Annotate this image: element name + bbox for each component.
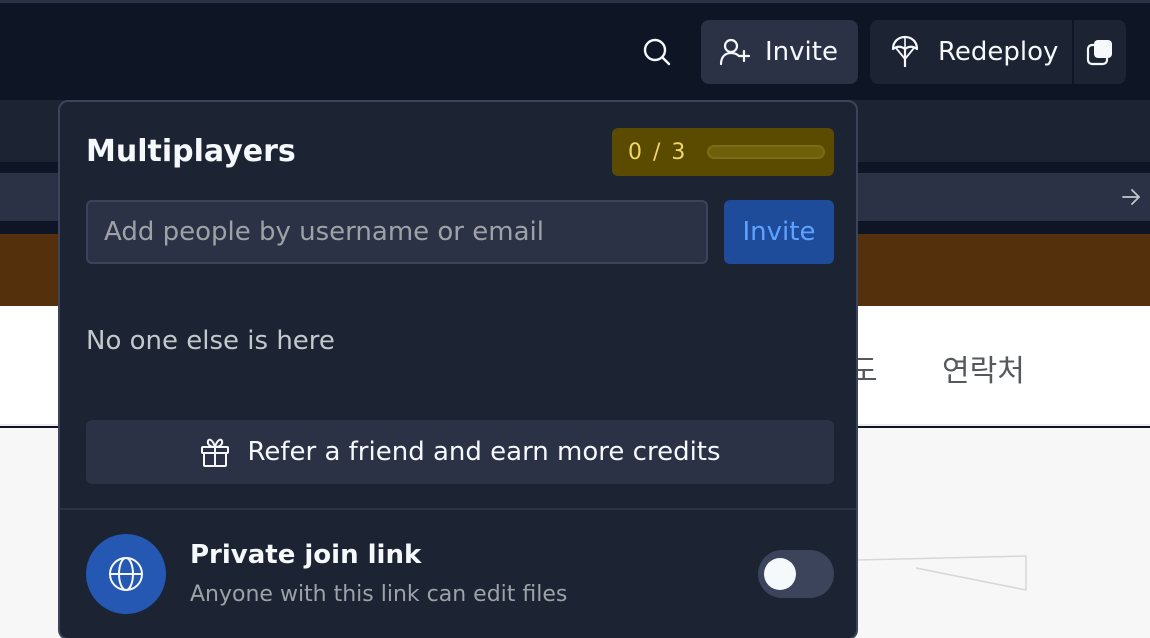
invite-button-label: Invite — [765, 37, 838, 67]
multiplayer-usage-meter: 0 / 3 — [612, 128, 834, 176]
refer-friend-button[interactable]: Refer a friend and earn more credits — [86, 420, 834, 484]
site-illustration — [856, 555, 1027, 591]
search-button[interactable] — [630, 24, 684, 80]
header-top-border — [0, 0, 1150, 3]
usage-count: 0 / 3 — [628, 139, 688, 165]
invite-submit-button[interactable]: Invite — [724, 200, 834, 264]
deploy-button-group: Redeploy — [870, 20, 1126, 84]
deploy-icon — [891, 35, 919, 67]
private-link-avatar — [86, 534, 166, 614]
popover-title: Multiplayers — [86, 134, 296, 169]
popover-divider — [60, 508, 856, 510]
invite-submit-label: Invite — [742, 217, 816, 247]
invite-button[interactable]: Invite — [701, 20, 858, 84]
globe-icon — [109, 557, 143, 591]
user-plus-icon — [719, 38, 751, 66]
empty-collaborators-message: No one else is here — [86, 326, 335, 356]
search-icon — [643, 38, 671, 66]
usage-progress-track — [707, 145, 826, 159]
toggle-knob — [764, 558, 796, 590]
site-nav-item-contact[interactable]: 연락처 — [942, 346, 1025, 390]
private-link-title: Private join link — [190, 540, 422, 570]
private-link-subtitle: Anyone with this link can edit files — [190, 582, 568, 607]
workspace-header: Invite Redeploy — [0, 0, 1150, 100]
gift-icon — [201, 438, 230, 467]
redeploy-button-label: Redeploy — [938, 37, 1059, 67]
multiplayers-popover: Multiplayers 0 / 3 Invite No one else is… — [58, 100, 858, 638]
invite-search-input[interactable] — [86, 200, 708, 264]
devices-icon — [1086, 40, 1112, 66]
arrow-right-icon[interactable] — [1118, 184, 1144, 210]
refer-friend-label: Refer a friend and earn more credits — [247, 437, 721, 467]
deploy-options-button[interactable] — [1074, 20, 1126, 84]
redeploy-button[interactable]: Redeploy — [870, 20, 1072, 84]
private-link-toggle[interactable] — [758, 550, 834, 598]
